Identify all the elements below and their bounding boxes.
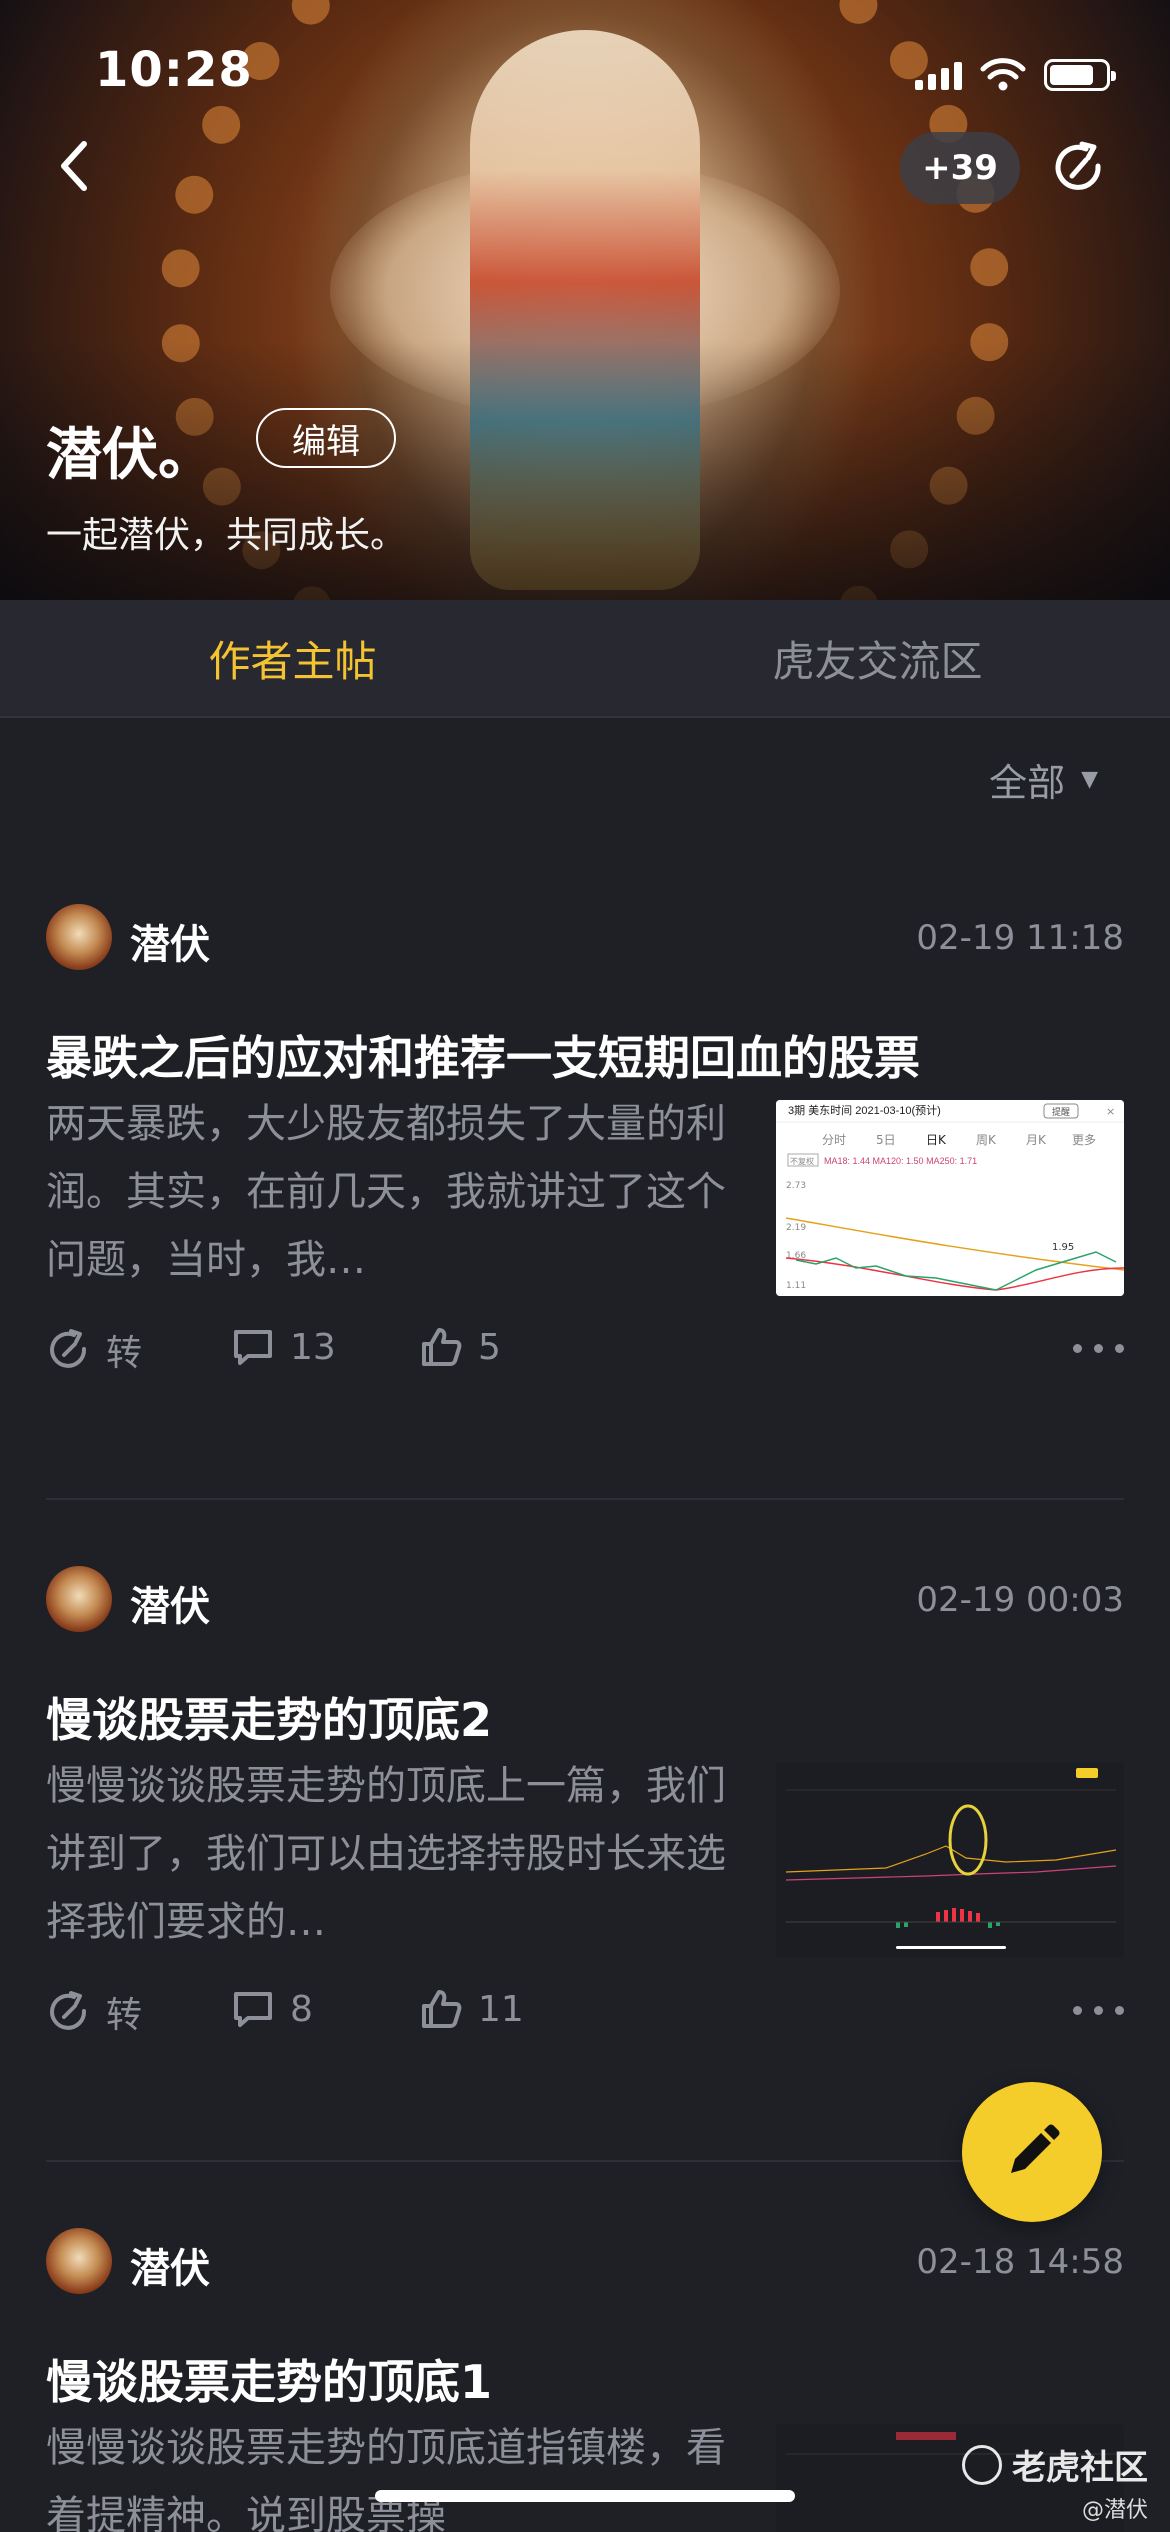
profile-bio: 一起潜伏，共同成长。 (46, 515, 407, 556)
svg-text:×: × (1106, 1105, 1115, 1118)
thumb-tab: 分时 (822, 1133, 846, 1147)
watermark: 老虎社区 (962, 2440, 1148, 2489)
filter-label: 全部 (989, 761, 1066, 805)
repost-button[interactable]: 转 (46, 1324, 142, 1376)
post-title[interactable]: 慢谈股票走势的顶底1 (46, 2346, 492, 2412)
more-options-button[interactable] (1073, 2006, 1124, 2015)
comment-button[interactable]: 13 (230, 1324, 336, 1370)
wifi-icon (980, 58, 1026, 91)
thumb-header: 3期 美东时间 2021-03-10(预计) (788, 1104, 941, 1117)
post-thumbnail[interactable]: 3期 美东时间 2021-03-10(预计) 提醒 × 分时 5日 日K 周K … (776, 1100, 1124, 1296)
stock-chart-image: 3期 美东时间 2021-03-10(预计) 提醒 × 分时 5日 日K 周K … (776, 1100, 1124, 1296)
thumb-tab: 5日 (876, 1133, 896, 1147)
tiger-logo-icon (962, 2444, 1002, 2485)
post-thumbnail[interactable] (776, 1762, 1124, 1958)
post-author[interactable]: 潜伏 (130, 1574, 210, 1632)
thumbs-up-icon (422, 1990, 462, 2028)
caret-down-icon: ▼ (1081, 767, 1098, 792)
back-button[interactable] (52, 136, 112, 196)
like-button[interactable]: 5 (418, 1324, 501, 1370)
status-bar: 10:28 (0, 0, 1170, 140)
svg-text:提醒: 提醒 (1052, 1107, 1070, 1118)
divider (46, 1498, 1124, 1500)
avatar[interactable] (46, 1566, 112, 1632)
thumbs-up-icon (422, 1328, 462, 1366)
repost-label: 转 (106, 1333, 143, 1374)
post-card[interactable]: 潜伏 02-19 11:18 暴跌之后的应对和推荐一支短期回血的股票 两天暴跌，… (46, 904, 1124, 1384)
post-excerpt: 慢慢谈谈股票走势的顶底上一篇，我们讲到了，我们可以由选择持股时长来选择我们要求的… (46, 1763, 726, 1945)
cellular-signal-icon (915, 60, 962, 90)
post-time: 02-19 11:18 (916, 918, 1124, 958)
post-author[interactable]: 潜伏 (130, 912, 210, 970)
like-button[interactable]: 11 (418, 1986, 524, 2032)
share-button[interactable] (1048, 136, 1112, 200)
thumb-ma: MA18: 1.44 MA120: 1.50 MA250: 1.71 (824, 1156, 977, 1166)
post-author[interactable]: 潜伏 (130, 2236, 210, 2294)
pencil-icon (1011, 2124, 1060, 2173)
watermark-brand: 老虎社区 (1012, 2448, 1148, 2488)
post-time: 02-19 00:03 (916, 1580, 1124, 1620)
repost-button[interactable]: 转 (46, 1986, 142, 2038)
chevron-left-icon (61, 141, 87, 191)
post-excerpt: 两天暴跌，大少股友都损失了大量的利润。其实，在前几天，我就讲过了这个问题，当时，… (46, 1101, 726, 1283)
post-title[interactable]: 慢谈股票走势的顶底2 (46, 1684, 492, 1750)
thumb-level: 2.73 (786, 1181, 806, 1191)
follower-count-badge[interactable]: +39 (900, 132, 1020, 204)
comment-count: 13 (290, 1326, 336, 1368)
like-count: 11 (478, 1988, 524, 2030)
watermark-user: @潜伏 (1081, 2498, 1148, 2523)
tab-author-posts[interactable]: 作者主帖 (0, 600, 585, 716)
stock-chart-image (776, 1762, 1124, 1958)
more-options-button[interactable] (1073, 1344, 1124, 1353)
post-title[interactable]: 暴跌之后的应对和推荐一支短期回血的股票 (46, 1022, 920, 1088)
comment-icon (234, 1330, 272, 1365)
repost-icon (50, 1991, 87, 2030)
avatar[interactable] (46, 904, 112, 970)
tab-bar: 作者主帖 虎友交流区 (0, 600, 1170, 718)
battery-icon (1044, 59, 1116, 91)
repost-icon (50, 1329, 87, 1368)
thumb-mark: 1.95 (1052, 1242, 1074, 1253)
thumb-tab: 更多 (1072, 1133, 1096, 1147)
home-indicator[interactable] (375, 2490, 795, 2502)
thumb-tab: 月K (1026, 1133, 1047, 1147)
thumb-tag: 不复权 (790, 1156, 814, 1166)
status-time: 10:28 (95, 42, 253, 98)
like-count: 5 (478, 1326, 501, 1368)
thumb-tab: 日K (926, 1133, 947, 1147)
share-icon (1055, 141, 1101, 190)
repost-label: 转 (106, 1995, 143, 2036)
filter-dropdown[interactable]: 全部 ▼ (989, 752, 1098, 807)
edit-profile-button[interactable]: 编辑 (256, 408, 396, 468)
post-time: 02-18 14:58 (916, 2242, 1124, 2282)
comment-button[interactable]: 8 (230, 1986, 313, 2032)
avatar[interactable] (46, 2228, 112, 2294)
compose-post-button[interactable] (962, 2082, 1102, 2222)
comment-count: 8 (290, 1988, 313, 2030)
comment-icon (234, 1992, 272, 2027)
thumb-level: 1.11 (786, 1281, 806, 1291)
profile-name: 潜伏。 (46, 423, 214, 488)
post-card[interactable]: 潜伏 02-19 00:03 慢谈股票走势的顶底2 慢慢谈谈股票走势的顶底上一篇… (46, 1566, 1124, 2046)
thumb-level: 2.19 (786, 1223, 806, 1233)
thumb-tab: 周K (976, 1133, 997, 1147)
tab-community[interactable]: 虎友交流区 (585, 600, 1170, 716)
post-excerpt: 慢慢谈谈股票走势的顶底道指镇楼，看着提精神。说到股票操 (46, 2425, 726, 2532)
